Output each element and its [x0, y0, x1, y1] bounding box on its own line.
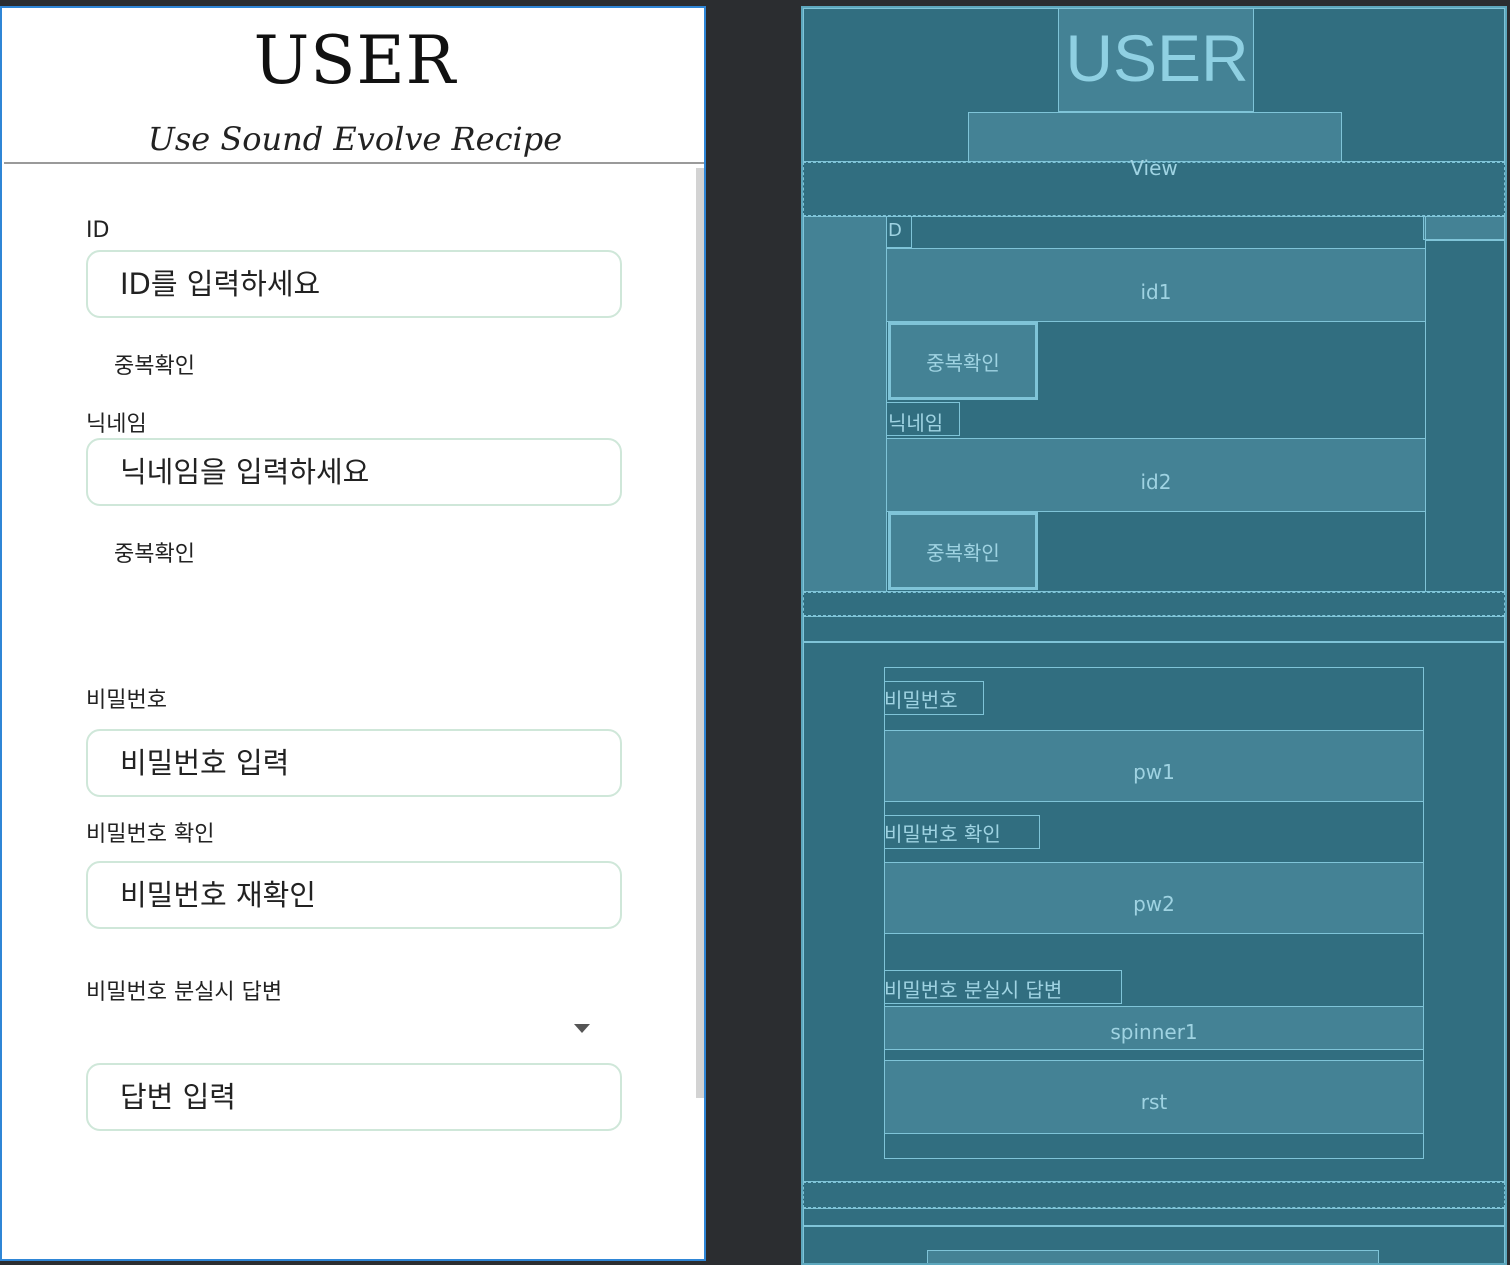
dropdown-arrow-icon[interactable]: [574, 1024, 590, 1033]
scrollbar[interactable]: [696, 168, 704, 1098]
bp-right-margin: [1425, 240, 1505, 592]
nickname-label: 닉네임: [86, 412, 147, 437]
bp-spacer-4: [803, 1208, 1505, 1226]
bp-pw1-label: pw1: [1133, 760, 1175, 784]
design-preview: USER Use Sound Evolve Recipe ID ID를 입력하세…: [0, 6, 706, 1261]
bp-spacer-1: [803, 592, 1505, 616]
bp-id1-label: id1: [1140, 280, 1172, 304]
app-subtitle: Use Sound Evolve Recipe: [147, 120, 563, 158]
bp-pw2-label: 비밀번호 확인: [884, 822, 1001, 846]
recovery-answer-label: 비밀번호 분실시 답변: [86, 980, 283, 1005]
bp-view-label: View: [1130, 156, 1178, 180]
header-divider: [4, 162, 704, 164]
answer-placeholder: 답변 입력: [120, 1080, 236, 1114]
id-duplicate-check-button[interactable]: 중복확인: [114, 348, 195, 380]
answer-input[interactable]: 답변 입력: [86, 1063, 622, 1131]
id-placeholder: ID를 입력하세요: [120, 267, 321, 301]
bp-pw2-label-text: pw2: [1133, 892, 1175, 916]
app-title: USER: [253, 22, 457, 99]
id-label: ID: [86, 218, 110, 243]
bp-right-margin-top: [1423, 216, 1505, 240]
bp-nick-label: 닉네임: [888, 411, 944, 435]
bp-check1-label: 중복확인: [926, 351, 1000, 375]
password-input[interactable]: 비밀번호 입력: [86, 729, 622, 797]
nickname-input[interactable]: 닉네임을 입력하세요: [86, 438, 622, 506]
password-label: 비밀번호: [86, 688, 167, 713]
password-confirm-placeholder: 비밀번호 재확인: [120, 878, 316, 912]
bp-spacer-2: [803, 616, 1505, 642]
bp-id-label: D: [888, 220, 902, 241]
password-confirm-input[interactable]: 비밀번호 재확인: [86, 861, 622, 929]
password-confirm-label: 비밀번호 확인: [86, 822, 215, 847]
bp-title: USER: [1065, 21, 1249, 95]
bp-spacer-3: [803, 1182, 1505, 1208]
bp-left-margin: [803, 216, 887, 592]
bp-pw-label: 비밀번호: [884, 688, 958, 712]
nickname-placeholder: 닉네임을 입력하세요: [120, 455, 370, 489]
bp-subtitle-box[interactable]: [968, 112, 1342, 162]
bp-answer-label: 비밀번호 분실시 답변: [884, 978, 1063, 1002]
bp-id2-label: id2: [1140, 470, 1172, 494]
bp-spinner1-label: spinner1: [1110, 1020, 1198, 1044]
id-input[interactable]: ID를 입력하세요: [86, 250, 622, 318]
password-placeholder: 비밀번호 입력: [120, 746, 290, 780]
nickname-duplicate-check-button[interactable]: 중복확인: [114, 536, 195, 568]
blueprint-preview: USER View D id1 중복확인 닉네임 id2 중복확인 비밀번호 p…: [801, 6, 1507, 1265]
bp-check2-label: 중복확인: [926, 541, 1000, 565]
bp-rst-label: rst: [1140, 1090, 1168, 1114]
bp-bottom-button[interactable]: [927, 1250, 1379, 1263]
